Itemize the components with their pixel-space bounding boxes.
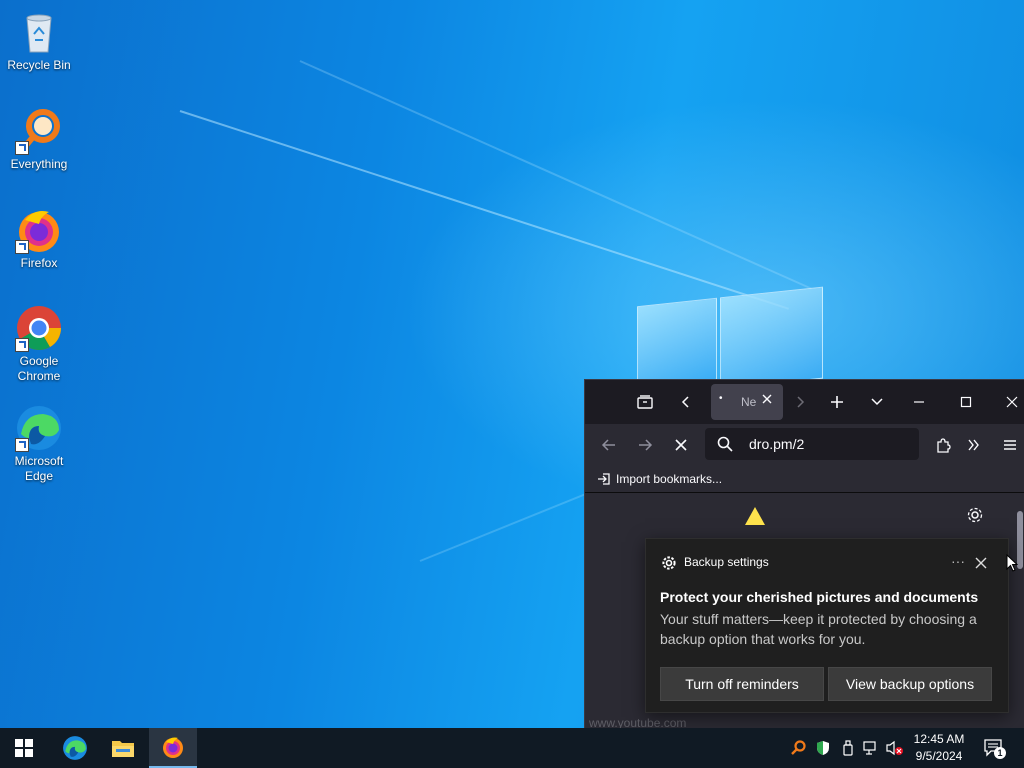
list-all-tabs-chevron-icon[interactable] — [863, 388, 891, 416]
edge-icon — [15, 404, 63, 452]
import-bookmarks-button[interactable]: Import bookmarks... — [597, 472, 722, 486]
bookmarks-toolbar: Import bookmarks... — [585, 466, 1024, 493]
desktop-icon-label: Microsoft Edge — [14, 454, 64, 483]
url-text: dro.pm/2 — [749, 436, 805, 452]
overflow-chevrons-icon[interactable] — [960, 431, 988, 459]
settings-gear-icon[interactable] — [967, 507, 983, 528]
shortcut-arrow-icon — [15, 141, 29, 155]
scrollbar[interactable] — [1016, 493, 1024, 728]
taskbar-file-explorer-button[interactable] — [99, 728, 147, 768]
close-window-icon[interactable] — [998, 388, 1024, 416]
tray-volume-muted-icon[interactable] — [885, 740, 903, 756]
tab-close-icon[interactable] — [761, 393, 775, 407]
tray-network-icon[interactable] — [862, 740, 878, 756]
clock-time: 12:45 AM — [913, 732, 965, 746]
search-icon — [717, 436, 733, 455]
import-bookmarks-label: Import bookmarks... — [616, 472, 723, 486]
maximize-icon[interactable] — [952, 388, 980, 416]
logo-partial-icon — [745, 507, 769, 530]
tab-bar: • Ne — [585, 380, 1024, 424]
taskbar-edge-button[interactable] — [51, 728, 99, 768]
notification-body: Your stuff matters—keep it protected by … — [660, 611, 977, 647]
start-button[interactable] — [0, 728, 48, 768]
edge-icon — [63, 736, 87, 760]
view-backup-options-button[interactable]: View backup options — [828, 667, 992, 701]
tab-title: Ne — [741, 395, 757, 409]
desktop-icon-label: Firefox — [20, 256, 58, 270]
hamburger-menu-icon[interactable] — [996, 431, 1024, 459]
windows-start-icon — [15, 739, 33, 757]
tray-everything-icon[interactable] — [790, 740, 806, 756]
tab-scroll-left-icon[interactable] — [672, 388, 700, 416]
desktop-icon-label: Google Chrome — [17, 354, 61, 383]
tab-groups-icon[interactable] — [631, 388, 659, 416]
desktop-icon-microsoft-edge[interactable]: Microsoft Edge — [3, 404, 75, 484]
shortcut-arrow-icon — [15, 240, 29, 254]
desktop-icon-label: Everything — [10, 157, 68, 171]
clock-date: 9/5/2024 — [915, 749, 963, 763]
chrome-icon — [15, 304, 63, 352]
notification-count-badge: 1 — [994, 747, 1006, 759]
status-link-url: www.youtube.com — [589, 716, 687, 728]
taskbar: 12:45 AM 9/5/2024 1 — [0, 728, 1024, 768]
recycle-bin-icon — [15, 8, 63, 56]
backup-notification-toast: Backup settings ··· Protect your cherish… — [645, 538, 1009, 713]
mouse-cursor-icon — [1006, 553, 1019, 577]
turn-off-reminders-button[interactable]: Turn off reminders — [660, 667, 824, 701]
action-center-icon[interactable]: 1 — [984, 739, 1006, 759]
navigation-toolbar: dro.pm/2 — [585, 424, 1024, 466]
tab-scroll-right-icon[interactable] — [786, 388, 814, 416]
system-clock[interactable]: 12:45 AM 9/5/2024 — [908, 731, 970, 765]
firefox-icon — [163, 737, 183, 758]
notification-title: Protect your cherished pictures and docu… — [660, 589, 979, 605]
tray-usb-device-icon[interactable] — [840, 740, 856, 756]
tray-security-shield-icon[interactable] — [815, 740, 831, 756]
import-icon — [598, 473, 610, 485]
forward-arrow-icon[interactable] — [631, 431, 659, 459]
more-options-icon[interactable]: ··· — [951, 553, 965, 569]
minimize-icon[interactable] — [905, 388, 933, 416]
desktop-icon-label: Recycle Bin — [7, 58, 71, 72]
shortcut-arrow-icon — [15, 338, 29, 352]
firefox-icon — [15, 206, 63, 254]
desktop-icon-everything[interactable]: Everything — [3, 107, 75, 172]
tab-new-tab[interactable]: • Ne — [711, 384, 783, 420]
settings-gear-icon — [662, 556, 676, 575]
desktop-icon-recycle-bin[interactable]: Recycle Bin — [3, 8, 75, 73]
extensions-puzzle-icon[interactable] — [929, 431, 957, 459]
folder-icon — [112, 741, 134, 757]
stop-loading-icon[interactable] — [667, 431, 695, 459]
notification-app-name: Backup settings — [684, 555, 769, 569]
desktop-icon-firefox[interactable]: Firefox — [3, 206, 75, 271]
url-bar[interactable]: dro.pm/2 — [705, 428, 919, 460]
close-notification-icon[interactable] — [975, 556, 987, 574]
desktop-icon-google-chrome[interactable]: Google Chrome — [3, 304, 75, 384]
back-arrow-icon[interactable] — [595, 431, 623, 459]
tab-loading-dot-icon: • — [719, 393, 723, 404]
light-beam — [179, 110, 789, 310]
taskbar-firefox-button[interactable] — [149, 728, 197, 768]
shortcut-arrow-icon — [15, 438, 29, 452]
new-tab-plus-icon[interactable] — [823, 388, 851, 416]
everything-search-icon — [15, 107, 63, 155]
